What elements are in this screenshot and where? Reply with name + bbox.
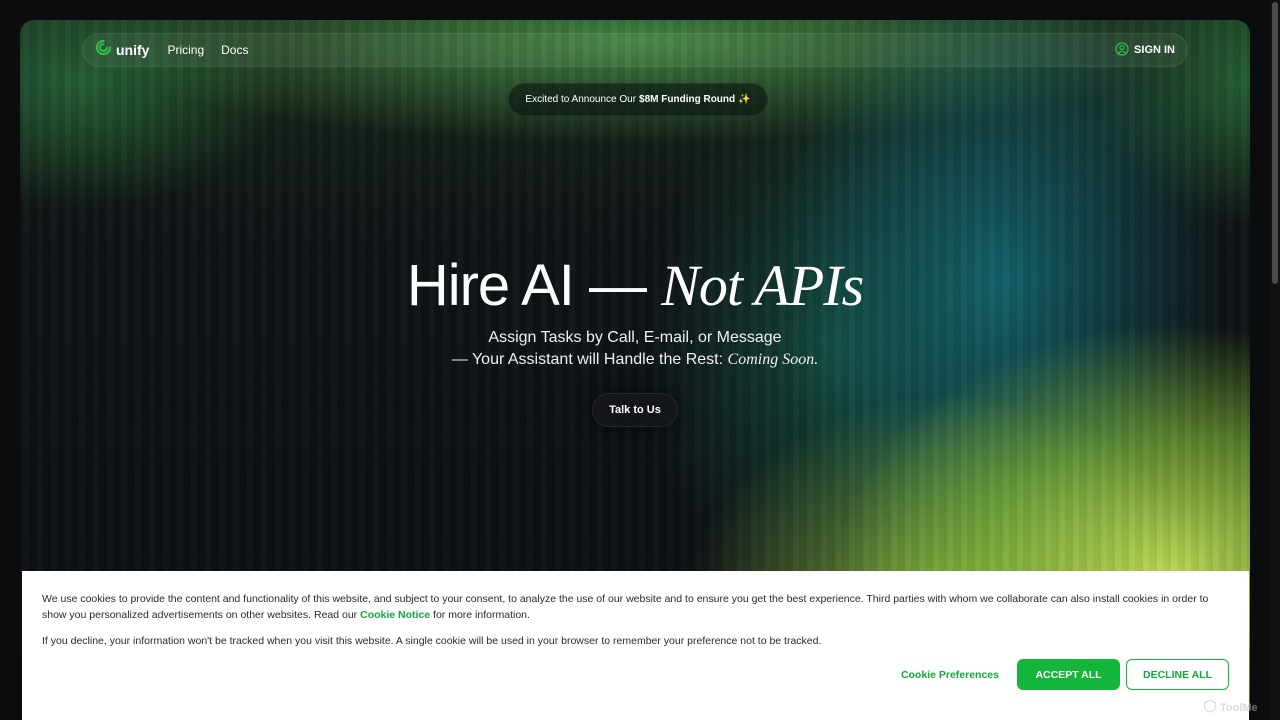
logo-text: unify: [116, 42, 150, 58]
decline-all-button[interactable]: DECLINE ALL: [1126, 659, 1229, 690]
sign-in-label: SIGN IN: [1134, 44, 1175, 56]
announcement-prefix: Excited to Announce Our: [525, 94, 637, 105]
talk-to-us-button[interactable]: Talk to Us: [592, 393, 678, 427]
cookie-preferences-button[interactable]: Cookie Preferences: [901, 667, 999, 683]
sparkle-icon: ✨: [738, 94, 751, 105]
watermark: ToolMe: [1203, 699, 1275, 716]
headline-italic: Not APIs: [661, 253, 864, 318]
unify-logo-icon: [95, 39, 112, 61]
user-icon: [1115, 41, 1129, 59]
cookie-banner: We use cookies to provide the content an…: [22, 571, 1249, 720]
cookie-paragraph-2: If you decline, your information won't b…: [42, 635, 822, 647]
cookie-actions: Cookie Preferences ACCEPT ALL DECLINE AL…: [901, 659, 1229, 690]
hero-subtitle-line1: Assign Tasks by Call, E-mail, or Message: [488, 329, 782, 346]
scrollbar-thumb[interactable]: [1272, 2, 1278, 284]
headline-main: Hire AI —: [406, 253, 647, 318]
sign-in-button[interactable]: SIGN IN: [1115, 41, 1175, 59]
announcement-banner[interactable]: Excited to Announce Our $8M Funding Roun…: [508, 83, 768, 116]
watermark-shield-icon: [1203, 699, 1217, 716]
scrollbar[interactable]: [1270, 0, 1280, 720]
nav-link-pricing[interactable]: Pricing: [167, 43, 204, 57]
cookie-notice-link[interactable]: Cookie Notice: [360, 609, 430, 621]
top-nav: unify Pricing Docs SIGN IN: [82, 33, 1188, 67]
hero-subtitle-line2: — Your Assistant will Handle the Rest: C…: [20, 351, 1250, 369]
logo[interactable]: unify: [95, 39, 149, 61]
hero-headline: Hire AI — Not APIs: [20, 252, 1250, 319]
watermark-text: ToolMe: [1220, 701, 1258, 714]
cookie-paragraph-1: We use cookies to provide the content an…: [42, 591, 1229, 623]
announcement-highlight: $8M Funding Round: [639, 94, 736, 105]
cookie-para1-tail: for more information.: [433, 609, 530, 621]
accept-all-button[interactable]: ACCEPT ALL: [1017, 659, 1120, 690]
cookie-para1-text: We use cookies to provide the content an…: [42, 593, 1209, 621]
subtitle-line2-text: — Your Assistant will Handle the Rest:: [451, 351, 724, 368]
nav-link-docs[interactable]: Docs: [221, 43, 248, 57]
subtitle-coming-soon: Coming Soon.: [727, 351, 819, 368]
